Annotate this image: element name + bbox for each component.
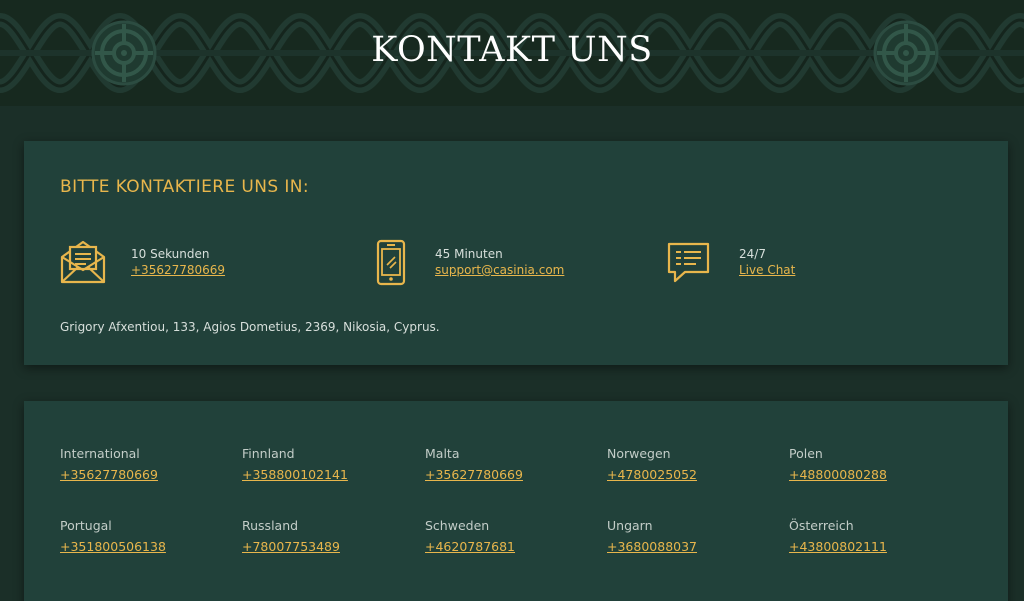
contact-channel-chat: 24/7 Live Chat xyxy=(667,239,927,287)
country-label: International xyxy=(60,446,140,461)
phone-entry-russland: Russland +78007753489 xyxy=(242,518,412,554)
phone-number-link[interactable]: +35627780669 xyxy=(425,467,595,482)
phone-number-link[interactable]: +358800102141 xyxy=(242,467,412,482)
phone-number-link[interactable]: +351800506138 xyxy=(60,539,230,554)
channel-phone-link[interactable]: +35627780669 xyxy=(131,263,225,277)
country-label: Malta xyxy=(425,446,460,461)
channel-email-link[interactable]: support@casinia.com xyxy=(435,263,564,277)
contact-channel-phone: 10 Sekunden +35627780669 xyxy=(60,239,320,287)
country-label: Portugal xyxy=(60,518,112,533)
company-address: Grigory Afxentiou, 133, Agios Dometius, … xyxy=(60,320,440,334)
page-title: KONTAKT UNS xyxy=(371,30,653,70)
phone-number-link[interactable]: +3680088037 xyxy=(607,539,777,554)
contact-channel-email: 45 Minuten support@casinia.com xyxy=(376,239,636,287)
channel-response-time: 45 Minuten xyxy=(435,247,503,261)
country-label: Norwegen xyxy=(607,446,671,461)
channel-response-time: 24/7 xyxy=(739,247,766,261)
phone-number-link[interactable]: +35627780669 xyxy=(60,467,230,482)
phone-number-link[interactable]: +4780025052 xyxy=(607,467,777,482)
channel-response-time: 10 Sekunden xyxy=(131,247,210,261)
phone-entry-ungarn: Ungarn +3680088037 xyxy=(607,518,777,554)
country-label: Finnland xyxy=(242,446,295,461)
phone-entry-polen: Polen +48800080288 xyxy=(789,446,959,482)
chat-bubble-icon xyxy=(667,242,710,283)
live-chat-link[interactable]: Live Chat xyxy=(739,263,795,277)
phone-number-link[interactable]: +48800080288 xyxy=(789,467,959,482)
phone-entry-malta: Malta +35627780669 xyxy=(425,446,595,482)
phone-entry-schweden: Schweden +4620787681 xyxy=(425,518,595,554)
country-label: Russland xyxy=(242,518,299,533)
contact-heading: BITTE KONTAKTIERE UNS IN: xyxy=(60,177,310,197)
phone-entry-norwegen: Norwegen +4780025052 xyxy=(607,446,777,482)
envelope-icon xyxy=(60,240,106,284)
phone-entry-finnland: Finnland +358800102141 xyxy=(242,446,412,482)
phone-entry-international: International +35627780669 xyxy=(60,446,230,482)
contact-info-card: BITTE KONTAKTIERE UNS IN: 10 Sekunden +3… xyxy=(24,141,1008,365)
phone-entry-portugal: Portugal +351800506138 xyxy=(60,518,230,554)
phone-number-link[interactable]: +43800802111 xyxy=(789,539,959,554)
country-label: Schweden xyxy=(425,518,490,533)
smartphone-icon xyxy=(376,239,406,286)
country-label: Österreich xyxy=(789,518,854,533)
page-header: KONTAKT UNS xyxy=(0,0,1024,106)
phone-number-link[interactable]: +4620787681 xyxy=(425,539,595,554)
country-label: Polen xyxy=(789,446,823,461)
phone-entry-oesterreich: Österreich +43800802111 xyxy=(789,518,959,554)
phone-number-link[interactable]: +78007753489 xyxy=(242,539,412,554)
country-label: Ungarn xyxy=(607,518,653,533)
phone-numbers-card: International +35627780669 Finnland +358… xyxy=(24,401,1008,601)
